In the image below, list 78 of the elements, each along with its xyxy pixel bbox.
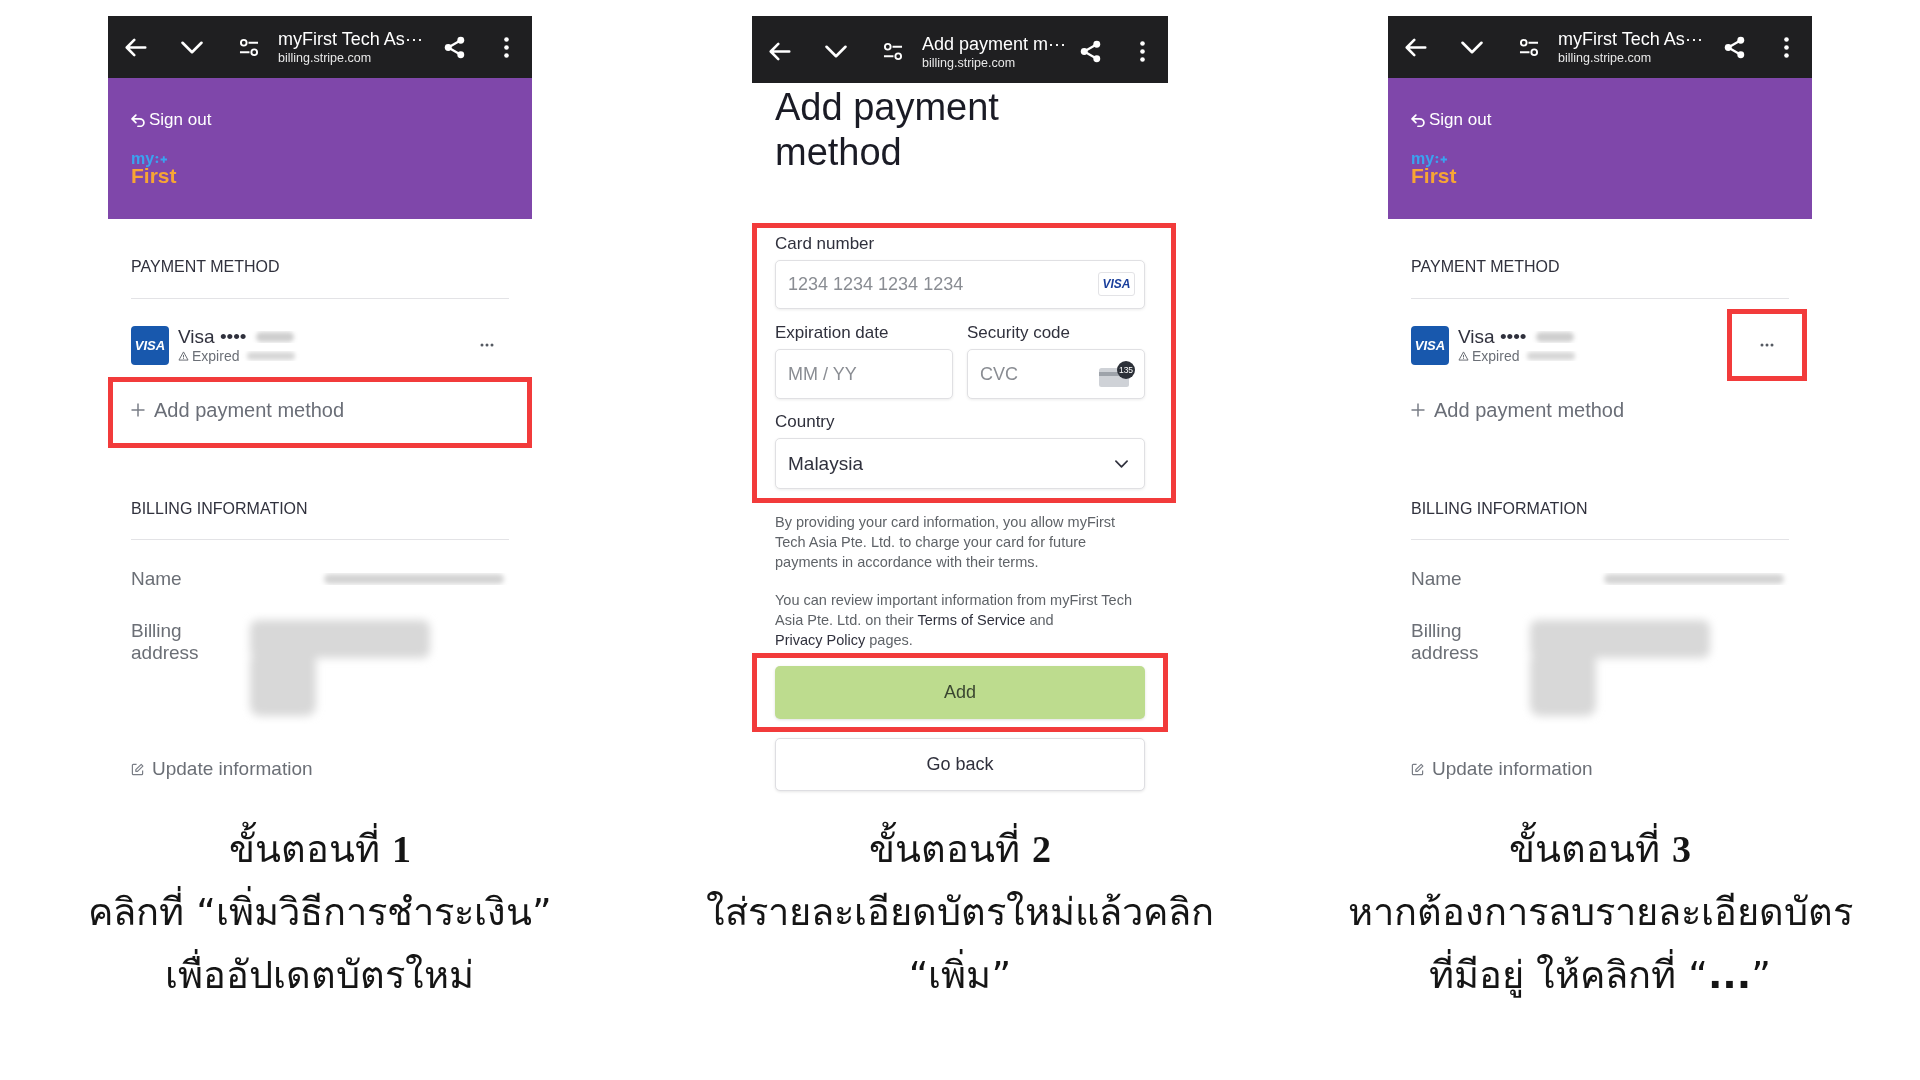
section-heading: BILLING INFORMATION <box>1411 500 1588 517</box>
more-vertical-icon[interactable] <box>503 36 509 58</box>
logo-wordmark: First <box>1411 166 1457 186</box>
card-brand-logo: VISA <box>1411 325 1449 365</box>
tab-title: myFirst Tech As⋯ <box>1558 28 1703 50</box>
section-heading: PAYMENT METHOD <box>131 258 280 275</box>
consent-text: By providing your card information, you allow myFirst Tech Asia Pte. Ltd. to charge your card for future payments in accordance with their terms. <box>774 513 1117 572</box>
warning-icon <box>1458 351 1469 361</box>
sign-out-link[interactable]: Sign out <box>131 108 212 132</box>
sparkle-icon <box>155 153 169 165</box>
add-payment-method-link[interactable]: Add payment method <box>131 396 345 423</box>
page-url: billing.stripe.com <box>922 54 1016 71</box>
share-icon[interactable] <box>1079 40 1101 63</box>
card-label: Visa •••• <box>1458 325 1527 348</box>
chevron-down-icon[interactable] <box>1461 40 1483 54</box>
section-heading: PAYMENT METHOD <box>1411 258 1560 275</box>
page-heading: Add payment method <box>775 85 1000 175</box>
return-arrow-icon <box>1411 113 1425 127</box>
policy-link[interactable]: Privacy Policy <box>775 632 866 648</box>
logo-wordmark: my <box>1411 152 1435 166</box>
step-title: ขั้นตอนที่ 3 <box>1508 818 1692 881</box>
card-label: Visa •••• <box>178 325 247 348</box>
field-label: Card number <box>775 234 875 253</box>
more-vertical-icon[interactable] <box>1783 36 1789 58</box>
step-description: ใส่รายละเอียดบัตรใหม่แล้วคลิก “เพิ่ม” <box>706 889 1214 999</box>
page-url: billing.stripe.com <box>1558 50 1652 66</box>
share-icon[interactable] <box>443 35 465 59</box>
country-select[interactable]: Malaysia <box>775 438 1145 489</box>
logo-wordmark: First <box>131 166 177 186</box>
chevron-down-icon[interactable] <box>825 45 847 58</box>
section-heading: BILLING INFORMATION <box>131 500 308 517</box>
step-title: ขั้นตอนที่ 1 <box>228 818 412 881</box>
back-icon[interactable] <box>125 37 147 57</box>
card-status: Expired <box>192 347 240 365</box>
edit-icon <box>131 762 144 776</box>
card-brand-logo: VISA <box>1098 272 1135 296</box>
sparkle-icon <box>1435 153 1449 165</box>
field-label: Billing address <box>131 620 200 664</box>
sign-out-link[interactable]: Sign out <box>1411 108 1492 132</box>
go-back-button[interactable]: Go back <box>775 738 1145 791</box>
more-vertical-icon[interactable] <box>1139 41 1145 62</box>
field-label: Expiration date <box>775 323 889 342</box>
share-icon[interactable] <box>1723 35 1745 59</box>
field-label: Name <box>131 568 182 590</box>
expiration-date-field[interactable]: MM / YY <box>775 349 953 399</box>
plus-icon <box>1411 402 1425 417</box>
update-information-link[interactable]: Update information <box>1411 757 1593 781</box>
tab-title: Add payment m⋯ <box>922 32 1067 55</box>
add-payment-method-link[interactable]: Add payment method <box>1411 396 1625 423</box>
step-description: คลิกที่ “เพิ่มวิธีการชำระเงิน” เพื่ออัปเดตบัตรใหม่ <box>88 881 552 1007</box>
field-label: Security code <box>967 323 1070 342</box>
step-title: ขั้นตอนที่ 2 <box>868 818 1052 881</box>
policy-link[interactable]: Terms of Service <box>917 612 1026 628</box>
tune-icon[interactable] <box>1519 37 1539 57</box>
card-brand-logo: VISA <box>131 325 169 365</box>
more-icon <box>480 343 494 347</box>
plus-icon <box>131 402 145 417</box>
edit-icon <box>1411 762 1424 776</box>
back-icon[interactable] <box>1405 37 1427 57</box>
more-icon <box>1760 343 1774 347</box>
consent-text: You can review important information from myFirst Tech Asia Pte. Ltd. on their Terms of Service and Privacy Policy pages. <box>774 591 1133 650</box>
chevron-down-icon[interactable] <box>181 40 203 54</box>
return-arrow-icon <box>131 113 145 127</box>
card-status: Expired <box>1472 347 1520 365</box>
step-description: หากต้องการลบรายละเอียดบัตร ที่มีอยู่ ให้คลิกที่ “...” <box>1347 889 1853 1000</box>
tab-title: myFirst Tech As⋯ <box>278 28 423 50</box>
page-url: billing.stripe.com <box>278 50 372 66</box>
field-label: Name <box>1411 568 1462 590</box>
back-icon[interactable] <box>769 42 791 61</box>
logo-wordmark: my <box>131 152 155 166</box>
field-label: Country <box>775 412 835 431</box>
warning-icon <box>178 351 189 361</box>
chevron-down-icon <box>1115 459 1128 468</box>
add-button[interactable]: Add <box>775 666 1145 719</box>
update-information-link[interactable]: Update information <box>131 757 313 781</box>
field-label: Billing address <box>1411 620 1480 664</box>
tune-icon[interactable] <box>239 37 259 57</box>
tune-icon[interactable] <box>883 42 903 61</box>
